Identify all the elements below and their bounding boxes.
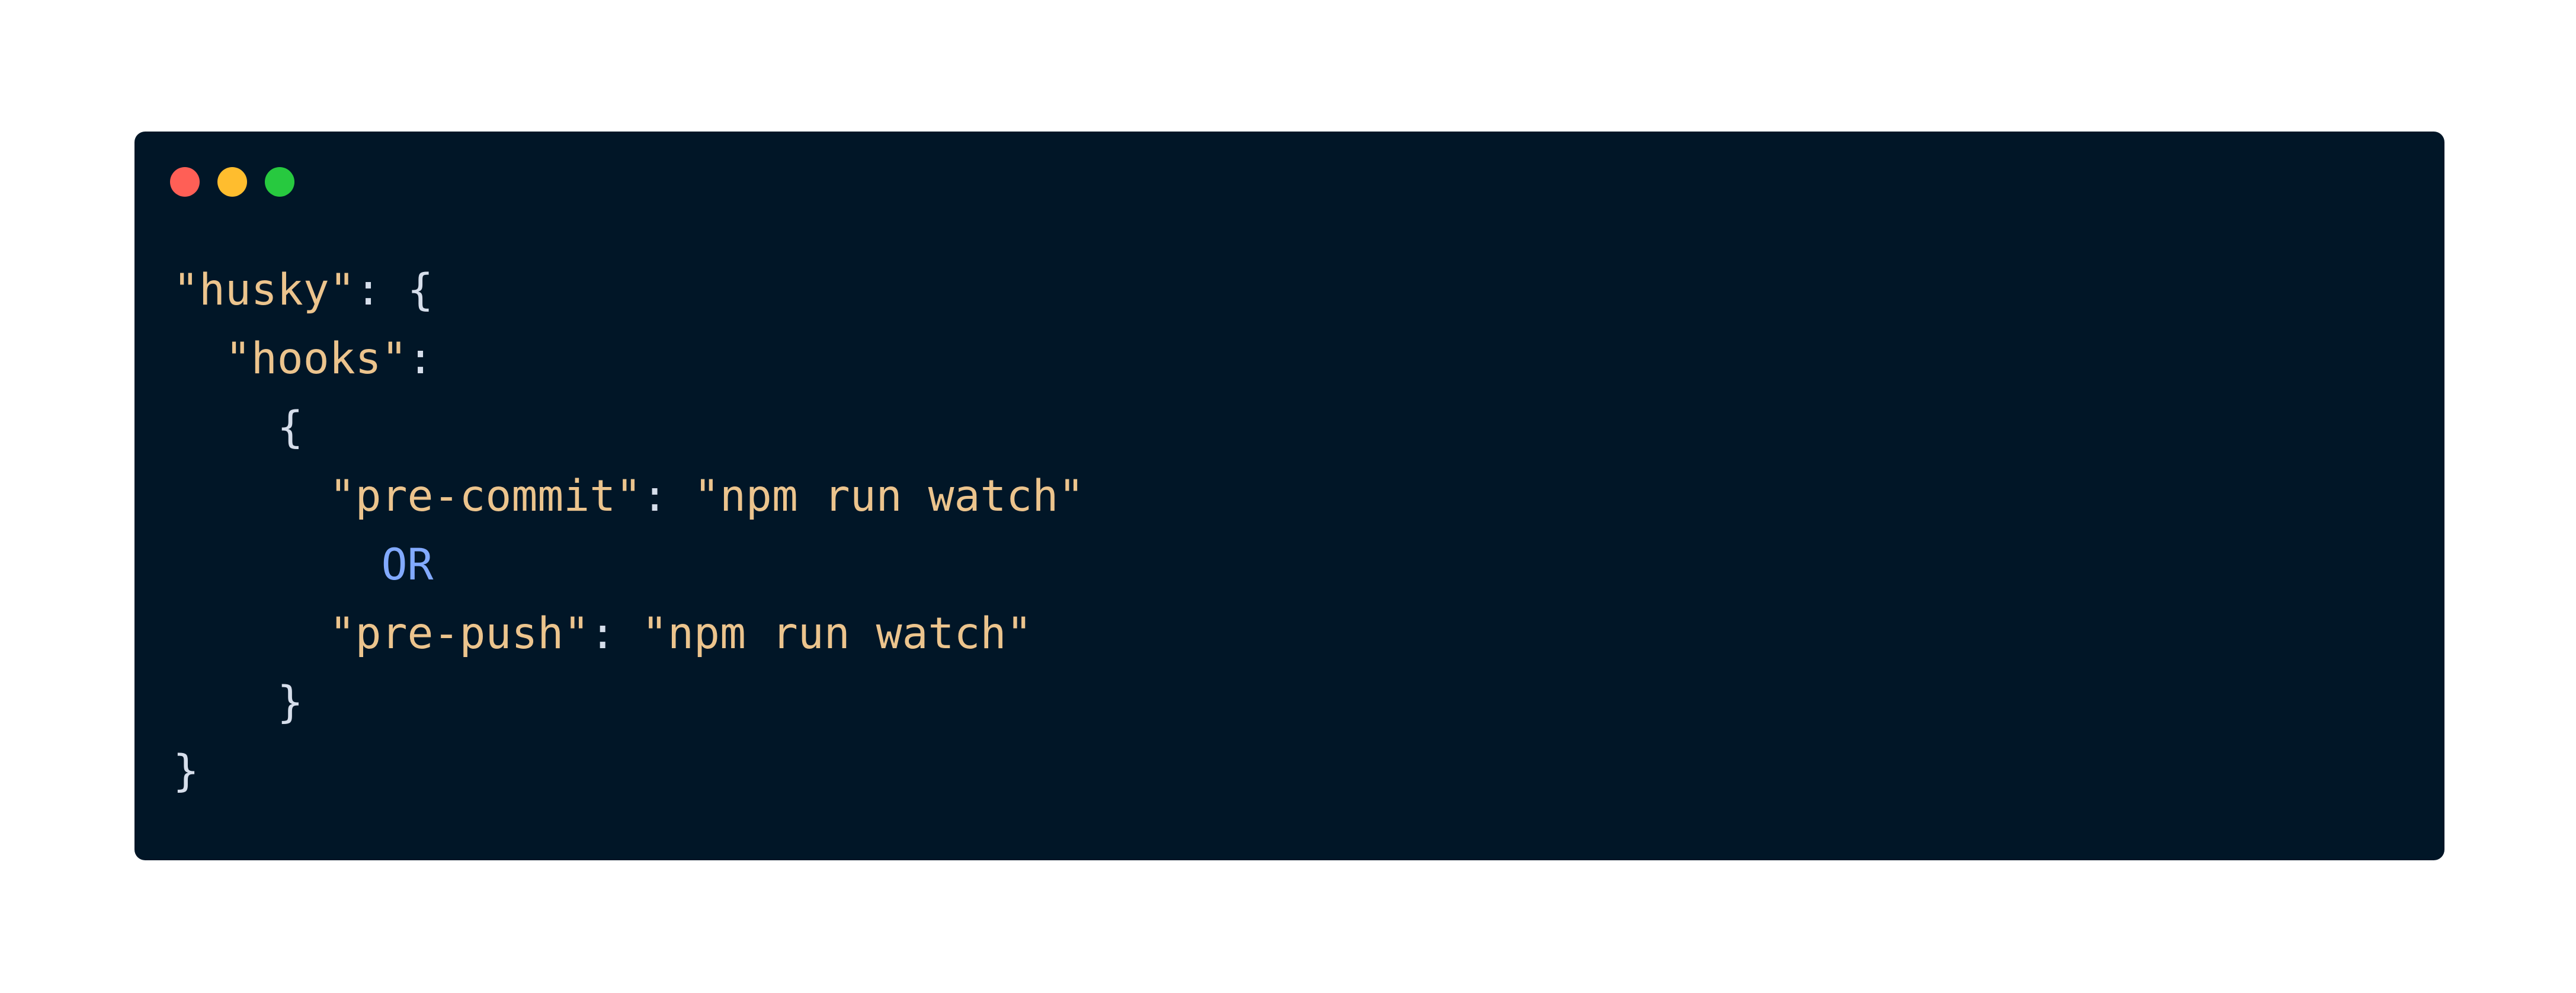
code-token: : [407,334,434,384]
code-block: "husky": { "hooks": { "pre-commit": "npm… [173,256,1084,806]
code-line: { [173,393,1084,462]
code-line: OR [173,531,1084,600]
code-window: "husky": { "hooks": { "pre-commit": "npm… [134,132,2444,860]
code-line: "pre-commit": "npm run watch" [173,462,1085,531]
code-token: : { [355,265,434,315]
code-token: "pre-push" [329,608,590,659]
code-token: } [277,677,303,728]
code-token: "pre-commit" [329,471,642,521]
minimize-dot-icon[interactable] [217,167,247,197]
code-token: : [589,608,642,659]
code-token: { [277,402,303,453]
code-line: } [173,668,1084,737]
window-controls [170,167,294,197]
code-token: "npm run watch" [694,471,1085,521]
close-dot-icon[interactable] [170,167,200,197]
code-line: } [173,737,1084,806]
code-line: "hooks": [173,325,1084,393]
code-token: OR [381,540,434,590]
code-token: "husky" [173,265,355,315]
code-line: "husky": { [173,256,1084,325]
code-line: "pre-push": "npm run watch" [173,600,1084,668]
code-token: : [642,471,694,521]
code-token: } [173,746,199,796]
code-token: "hooks" [225,334,408,384]
code-token: "npm run watch" [642,608,1033,659]
maximize-dot-icon[interactable] [265,167,294,197]
